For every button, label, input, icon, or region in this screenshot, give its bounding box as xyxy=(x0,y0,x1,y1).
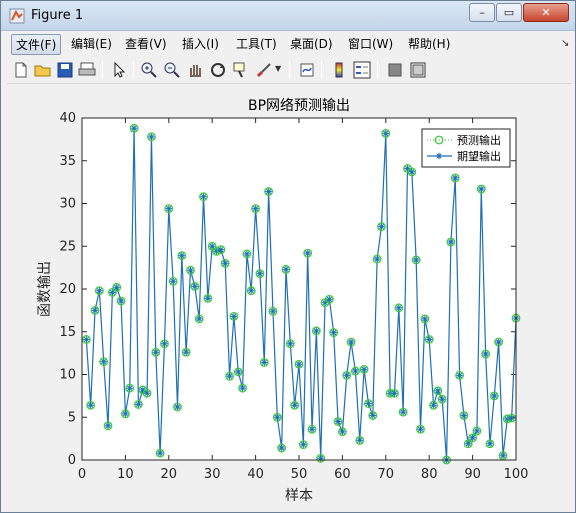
matlab-icon xyxy=(9,8,25,24)
expected-point xyxy=(469,434,476,441)
y-tick-label: 20 xyxy=(59,282,76,297)
show-plot-tools-icon[interactable] xyxy=(408,60,428,80)
y-tick-label: 15 xyxy=(59,325,76,340)
menu-bar: 文件(F) 编辑(E) 查看(V) 插入(I) 工具(T) 桌面(D) 窗口(W… xyxy=(7,32,571,56)
x-tick-label: 30 xyxy=(204,467,221,482)
pointer-icon[interactable] xyxy=(109,60,129,80)
expected-point xyxy=(135,401,142,408)
hide-plot-tools-icon[interactable] xyxy=(385,60,405,80)
pan-icon[interactable] xyxy=(185,60,205,80)
expected-point xyxy=(178,252,186,259)
y-tick-label: 40 xyxy=(59,111,76,126)
zoom-out-icon[interactable] xyxy=(162,60,182,80)
expected-point xyxy=(148,133,155,141)
close-button[interactable]: ✕ xyxy=(523,3,569,22)
chart-title: BP网络预测输出 xyxy=(248,98,350,114)
y-tick-label: 30 xyxy=(59,197,76,212)
window-title: Figure 1 xyxy=(31,8,84,23)
expected-point xyxy=(239,384,246,392)
expected-point xyxy=(447,238,455,246)
expected-point xyxy=(204,295,212,302)
legend-icon[interactable] xyxy=(352,60,372,80)
minimize-button[interactable]: – xyxy=(469,3,495,22)
y-tick-label: 5 xyxy=(68,410,76,425)
figure-canvas[interactable]: 0 10 20 30 40 50 60 70 80 90 100 0 5 10 15 20 25 30 35 40 BP… xyxy=(7,87,571,507)
x-tick-label: 50 xyxy=(291,467,308,482)
x-tick-label: 10 xyxy=(117,467,134,482)
link-icon[interactable] xyxy=(297,60,317,80)
expected-point xyxy=(317,455,324,462)
expected-point xyxy=(182,349,190,356)
colorbar-icon[interactable] xyxy=(329,60,349,80)
expected-point xyxy=(499,452,507,459)
print-icon[interactable] xyxy=(77,60,97,80)
expected-point xyxy=(343,372,350,379)
menu-view[interactable]: 查看(V) xyxy=(121,34,171,55)
y-tick-label: 10 xyxy=(59,368,76,383)
new-figure-icon[interactable] xyxy=(11,60,31,80)
x-tick-label: 70 xyxy=(378,467,395,482)
zoom-in-icon[interactable] xyxy=(139,60,159,80)
expected-point xyxy=(217,246,225,253)
y-tick-label: 0 xyxy=(68,453,76,468)
brush-dropdown-icon[interactable]: ▼ xyxy=(275,64,281,73)
title-bar[interactable]: Figure 1 – ▭ ✕ xyxy=(1,1,575,31)
brush-icon[interactable] xyxy=(254,60,274,80)
menu-tools[interactable]: 工具(T) xyxy=(232,34,281,55)
figure-toolbar: ▼ xyxy=(7,58,571,84)
figure-window: Figure 1 – ▭ ✕ 文件(F) 编辑(E) 查看(V) 插入(I) 工… xyxy=(0,0,576,513)
expected-point xyxy=(230,313,238,320)
expected-point xyxy=(460,412,468,419)
rotate-icon[interactable] xyxy=(208,60,228,80)
save-icon[interactable] xyxy=(55,60,75,80)
y-axis-label: 函数输出 xyxy=(37,261,53,317)
menu-help[interactable]: 帮助(H) xyxy=(404,34,454,55)
expected-point xyxy=(456,372,463,379)
expected-point xyxy=(100,358,107,365)
x-tick-label: 0 xyxy=(78,467,86,482)
x-tick-label: 40 xyxy=(247,467,264,482)
legend-predicted-label: 预测输出 xyxy=(457,133,501,147)
expected-point xyxy=(378,223,385,230)
expected-point xyxy=(356,437,363,444)
x-tick-label: 60 xyxy=(334,467,351,482)
menu-edit[interactable]: 编辑(E) xyxy=(67,34,116,55)
maximize-button[interactable]: ▭ xyxy=(496,3,522,22)
expected-point xyxy=(152,349,159,356)
expected-point xyxy=(126,384,133,392)
legend-expected-label: 期望输出 xyxy=(457,149,501,163)
y-tick-label: 35 xyxy=(59,154,76,169)
x-tick-label: 20 xyxy=(161,467,178,482)
x-tick-label: 90 xyxy=(464,467,481,482)
x-tick-label: 100 xyxy=(504,467,529,482)
x-axis-label: 样本 xyxy=(285,488,313,504)
menu-desktop[interactable]: 桌面(D) xyxy=(286,34,337,55)
menu-window[interactable]: 窗口(W) xyxy=(344,34,397,55)
menu-file[interactable]: 文件(F) xyxy=(11,34,62,55)
x-tick-label: 80 xyxy=(421,467,438,482)
expected-point xyxy=(222,260,229,267)
expected-point xyxy=(117,297,125,305)
expected-point xyxy=(452,174,459,182)
chevron-icon[interactable]: ↘ xyxy=(561,38,569,49)
data-cursor-icon[interactable] xyxy=(231,60,251,80)
y-tick-label: 25 xyxy=(59,239,76,254)
expected-point xyxy=(226,373,233,380)
open-icon[interactable] xyxy=(33,60,53,80)
expected-point xyxy=(352,367,359,375)
line-chart[interactable]: 0 10 20 30 40 50 60 70 80 90 100 0 5 10 15 20 25 30 35 40 BP… xyxy=(7,87,571,507)
menu-insert[interactable]: 插入(I) xyxy=(178,34,223,55)
plot-area xyxy=(82,118,516,460)
